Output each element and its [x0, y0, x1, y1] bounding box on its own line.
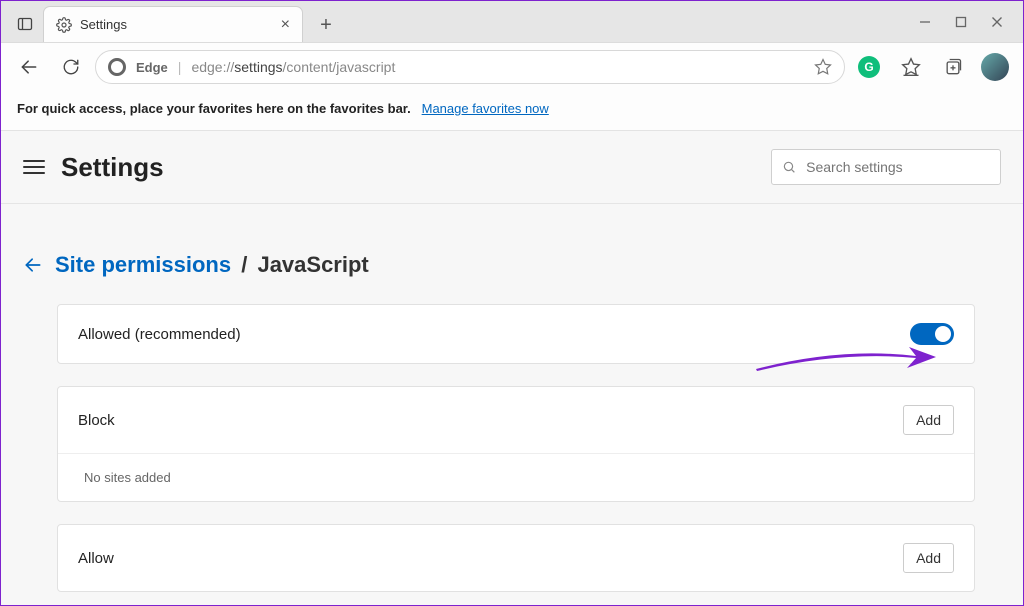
- address-brand: Edge: [136, 60, 168, 75]
- gear-icon: [56, 17, 72, 33]
- minimize-icon[interactable]: [919, 16, 931, 28]
- profile-avatar[interactable]: [977, 49, 1013, 85]
- address-bar[interactable]: Edge | edge://settings/content/javascrip…: [95, 50, 845, 84]
- extension-grammarly-icon[interactable]: G: [851, 49, 887, 85]
- window-titlebar: Settings × +: [1, 1, 1023, 43]
- browser-tab-settings[interactable]: Settings ×: [43, 6, 303, 42]
- refresh-button[interactable]: [53, 49, 89, 85]
- breadcrumb: Site permissions / JavaScript: [1, 204, 1023, 304]
- allowed-toggle[interactable]: [910, 323, 954, 345]
- settings-cards: Allowed (recommended) Block Add No sites…: [1, 304, 1023, 592]
- window-controls: [919, 1, 1017, 43]
- address-url: edge://settings/content/javascript: [191, 59, 395, 75]
- favorite-star-icon[interactable]: [814, 58, 832, 76]
- breadcrumb-text: Site permissions / JavaScript: [55, 252, 369, 278]
- allow-add-button[interactable]: Add: [903, 543, 954, 573]
- block-add-button[interactable]: Add: [903, 405, 954, 435]
- breadcrumb-back-icon[interactable]: [23, 255, 43, 275]
- new-tab-button[interactable]: +: [309, 8, 343, 42]
- page-title: Settings: [61, 152, 164, 183]
- close-icon[interactable]: ×: [281, 17, 290, 33]
- breadcrumb-parent-link[interactable]: Site permissions: [55, 252, 231, 277]
- search-settings-input[interactable]: [806, 159, 990, 175]
- address-divider: |: [178, 59, 182, 75]
- settings-content: Settings Site permissions / JavaScript A…: [1, 131, 1023, 605]
- allowed-card: Allowed (recommended): [57, 304, 975, 364]
- tab-strip: Settings × +: [1, 1, 343, 42]
- edge-logo-icon: [108, 58, 126, 76]
- favorites-bar-text: For quick access, place your favorites h…: [17, 101, 411, 116]
- allowed-label: Allowed (recommended): [78, 326, 241, 343]
- tab-actions-icon[interactable]: [7, 6, 43, 42]
- block-empty-text: No sites added: [58, 453, 974, 501]
- manage-favorites-link[interactable]: Manage favorites now: [422, 101, 549, 116]
- search-icon: [782, 159, 796, 175]
- breadcrumb-separator: /: [241, 252, 247, 277]
- favorites-icon[interactable]: [893, 49, 929, 85]
- search-settings-field[interactable]: [771, 149, 1001, 185]
- back-button[interactable]: [11, 49, 47, 85]
- tab-title: Settings: [80, 17, 273, 32]
- maximize-icon[interactable]: [955, 16, 967, 28]
- block-card: Block Add No sites added: [57, 386, 975, 502]
- breadcrumb-current: JavaScript: [257, 252, 368, 277]
- block-label: Block: [78, 412, 115, 429]
- collections-icon[interactable]: [935, 49, 971, 85]
- menu-icon[interactable]: [23, 160, 45, 174]
- window-close-icon[interactable]: [991, 16, 1003, 28]
- settings-header: Settings: [1, 131, 1023, 204]
- allow-label: Allow: [78, 550, 114, 567]
- browser-toolbar: Edge | edge://settings/content/javascrip…: [1, 43, 1023, 91]
- favorites-bar: For quick access, place your favorites h…: [1, 91, 1023, 131]
- allow-card: Allow Add: [57, 524, 975, 592]
